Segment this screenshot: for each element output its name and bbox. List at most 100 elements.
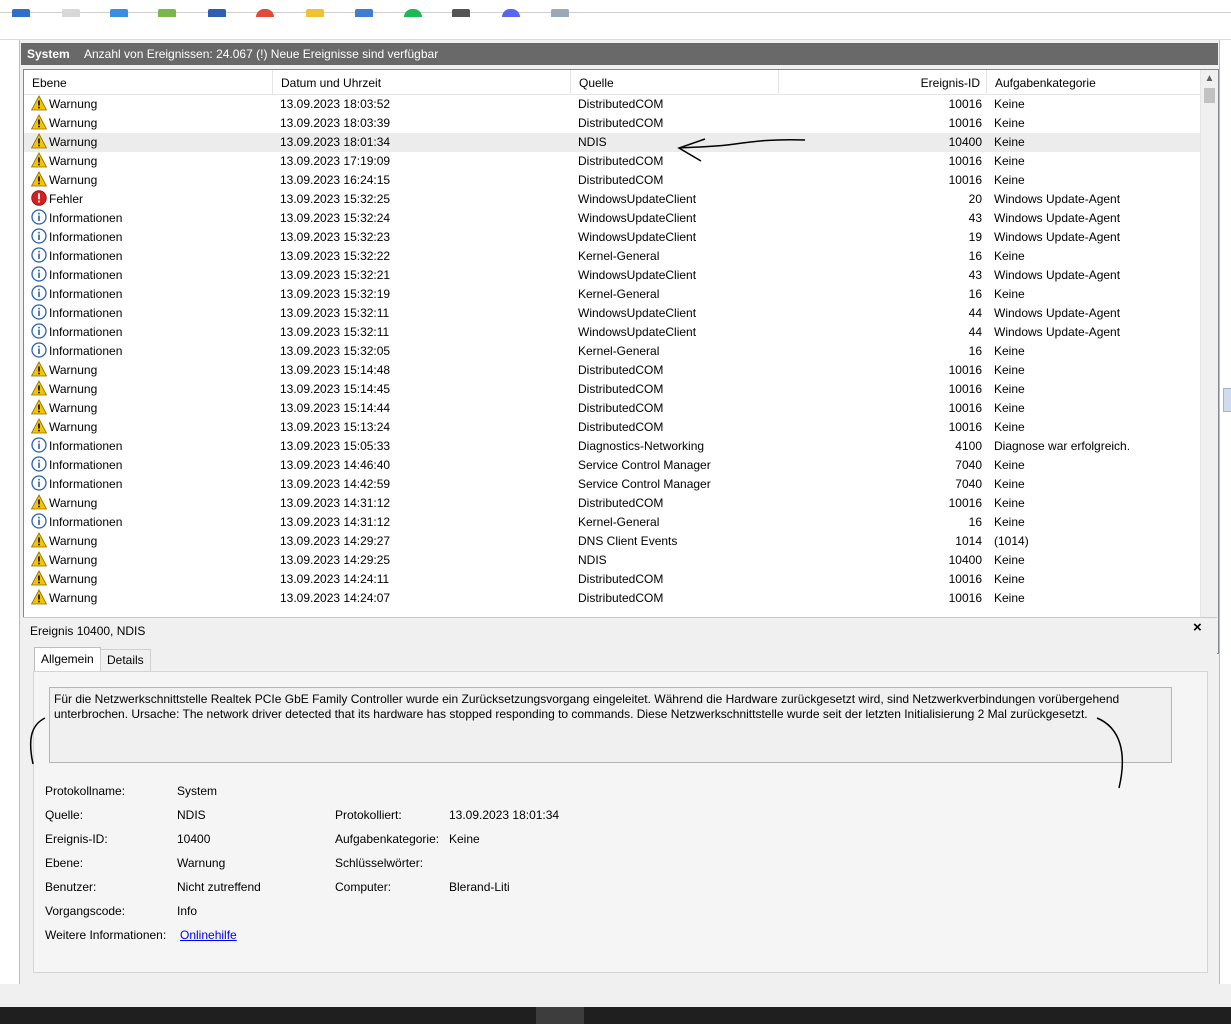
table-row[interactable]: Warnung 13.09.2023 15:14:45 DistributedCOM…: [24, 380, 1200, 399]
cell-level: Informationen: [31, 323, 271, 342]
column-header-level[interactable]: Ebene: [24, 70, 273, 94]
value-aufgabenkategorie: Keine: [449, 832, 480, 846]
scroll-thumb[interactable]: [1204, 88, 1215, 103]
cell-event-id: 16: [968, 249, 982, 263]
cell-date: 13.09.2023 17:19:09: [280, 154, 391, 168]
table-row[interactable]: Warnung 13.09.2023 18:03:52 DistributedCOM…: [24, 95, 1200, 114]
warning-icon: [31, 171, 49, 187]
cell-source: DistributedCOM: [578, 572, 664, 586]
cell-date: 13.09.2023 15:32:21: [280, 268, 391, 282]
cell-level: Warnung: [31, 570, 271, 589]
table-row[interactable]: Warnung 13.09.2023 15:14:48 DistributedCOM…: [24, 361, 1200, 380]
cell-level: Informationen: [31, 247, 271, 266]
taskbar-app-icon[interactable]: [208, 9, 226, 17]
cell-level: Fehler: [31, 190, 271, 209]
event-message-box[interactable]: Für die Netzwerkschnittstelle Realtek PC…: [49, 687, 1172, 763]
table-row[interactable]: Informationen 13.09.2023 15:32:24 WindowsU…: [24, 209, 1200, 228]
level-text: Warnung: [49, 496, 98, 510]
label-protokollname: Protokollname:: [45, 784, 126, 798]
cell-task-category: Windows Update-Agent: [994, 325, 1121, 339]
label-weitere-informationen: Weitere Informationen:: [45, 928, 167, 942]
general-tab-panel: Für die Netzwerkschnittstelle Realtek PC…: [33, 671, 1208, 973]
table-row[interactable]: Fehler 13.09.2023 15:32:25 WindowsUpdateCl…: [24, 190, 1200, 209]
taskbar-app-icon[interactable]: [158, 9, 176, 17]
warning-icon: [31, 95, 49, 111]
table-row[interactable]: Warnung 13.09.2023 14:29:25 NDIS 10400 Keine: [24, 551, 1200, 570]
online-help-link[interactable]: Onlinehilfe: [180, 928, 237, 942]
event-message-line: Für die Netzwerkschnittstelle Realtek PC…: [54, 692, 1120, 706]
chrome-icon[interactable]: [256, 9, 274, 17]
taskbar-app-icon[interactable]: [355, 9, 373, 17]
tab-details[interactable]: Details: [100, 649, 151, 671]
table-row[interactable]: Informationen 13.09.2023 15:32:11 WindowsU…: [24, 323, 1200, 342]
cell-event-id: 7040: [955, 458, 982, 472]
spotify-icon[interactable]: [404, 9, 422, 17]
level-text: Informationen: [49, 325, 123, 339]
column-header-source[interactable]: Quelle: [571, 70, 779, 94]
table-row[interactable]: Warnung 13.09.2023 14:24:07 DistributedCOM…: [24, 589, 1200, 608]
taskbar-app-icon[interactable]: [452, 9, 470, 17]
warning-icon: [31, 399, 49, 415]
event-message-line: unterbrochen. Ursache: The network drive…: [54, 707, 1088, 721]
table-row[interactable]: Informationen 13.09.2023 15:32:11 WindowsU…: [24, 304, 1200, 323]
taskbar-app-icon[interactable]: [62, 9, 80, 17]
cell-level: Warnung: [31, 399, 271, 418]
table-row[interactable]: Warnung 13.09.2023 15:13:24 DistributedCOM…: [24, 418, 1200, 437]
cell-task-category: Keine: [994, 401, 1025, 415]
cell-event-id: 10016: [948, 363, 982, 377]
cell-level: Warnung: [31, 152, 271, 171]
cell-task-category: Keine: [994, 173, 1025, 187]
table-row[interactable]: Warnung 13.09.2023 17:19:09 DistributedCOM…: [24, 152, 1200, 171]
folder-icon[interactable]: [306, 9, 324, 17]
label-computer: Computer:: [335, 880, 392, 894]
level-text: Warnung: [49, 173, 98, 187]
table-row[interactable]: Informationen 13.09.2023 14:31:12 Kernel-G…: [24, 513, 1200, 532]
table-row[interactable]: Informationen 13.09.2023 15:32:22 Kernel-G…: [24, 247, 1200, 266]
table-row[interactable]: Informationen 13.09.2023 14:42:59 Service …: [24, 475, 1200, 494]
event-list[interactable]: Ebene Datum und Uhrzeit Quelle Ereignis-…: [23, 69, 1219, 654]
actions-pane[interactable]: [1219, 40, 1231, 984]
table-row[interactable]: Informationen 13.09.2023 14:46:40 Service …: [24, 456, 1200, 475]
hand-drawn-bracket-left: [29, 717, 46, 765]
column-header-event-id[interactable]: Ereignis-ID: [779, 70, 987, 94]
windows-start-icon[interactable]: [12, 9, 30, 17]
cell-task-category: Diagnose war erfolgreich.: [994, 439, 1131, 453]
scroll-up-arrow-icon[interactable]: ▲: [1201, 72, 1218, 86]
table-row[interactable]: Informationen 13.09.2023 15:32:23 WindowsU…: [24, 228, 1200, 247]
table-row[interactable]: Warnung 13.09.2023 15:14:44 DistributedCOM…: [24, 399, 1200, 418]
column-header-date[interactable]: Datum und Uhrzeit: [273, 70, 571, 94]
level-text: Warnung: [49, 553, 98, 567]
table-row[interactable]: Informationen 13.09.2023 15:32:05 Kernel-G…: [24, 342, 1200, 361]
cell-task-category: Windows Update-Agent: [994, 230, 1121, 244]
table-row[interactable]: Informationen 13.09.2023 15:05:33 Diagnost…: [24, 437, 1200, 456]
table-row[interactable]: Warnung 13.09.2023 14:29:27 DNS Client Eve…: [24, 532, 1200, 551]
cell-date: 13.09.2023 15:32:19: [280, 287, 391, 301]
level-text: Warnung: [49, 116, 98, 130]
tab-allgemein[interactable]: Allgemein: [34, 647, 101, 672]
value-ereignis-id: 10400: [177, 832, 211, 846]
value-benutzer: Nicht zutreffend: [177, 880, 261, 894]
taskbar-active-app[interactable]: [536, 1007, 584, 1024]
level-text: Warnung: [49, 363, 98, 377]
event-viewer-icon[interactable]: [551, 9, 569, 17]
level-text: Informationen: [49, 249, 123, 263]
table-row[interactable]: Warnung 13.09.2023 14:31:12 DistributedCOM…: [24, 494, 1200, 513]
table-row[interactable]: Warnung 13.09.2023 14:24:11 DistributedCOM…: [24, 570, 1200, 589]
discord-icon[interactable]: [502, 9, 520, 17]
column-header-task-category[interactable]: Aufgabenkategorie: [987, 70, 1200, 94]
cell-event-id: 10400: [948, 135, 982, 149]
actions-pane-selection[interactable]: [1223, 388, 1231, 412]
taskbar-app-icon[interactable]: [110, 9, 128, 17]
left-pane[interactable]: [0, 40, 20, 984]
cell-event-id: 10016: [948, 173, 982, 187]
cell-task-category: Keine: [994, 249, 1025, 263]
table-row[interactable]: Warnung 13.09.2023 18:01:34 NDIS 10400 Keine: [24, 133, 1200, 152]
table-row[interactable]: Warnung 13.09.2023 18:03:39 DistributedCOM…: [24, 114, 1200, 133]
close-icon[interactable]: ×: [1193, 619, 1202, 636]
table-row[interactable]: Informationen 13.09.2023 15:32:19 Kernel-G…: [24, 285, 1200, 304]
table-row[interactable]: Informationen 13.09.2023 15:32:21 WindowsU…: [24, 266, 1200, 285]
warning-icon: [31, 551, 49, 567]
event-list-scrollbar[interactable]: ▲ ▼: [1200, 70, 1218, 653]
table-row[interactable]: Warnung 13.09.2023 16:24:15 DistributedCOM…: [24, 171, 1200, 190]
cell-level: Informationen: [31, 342, 271, 361]
